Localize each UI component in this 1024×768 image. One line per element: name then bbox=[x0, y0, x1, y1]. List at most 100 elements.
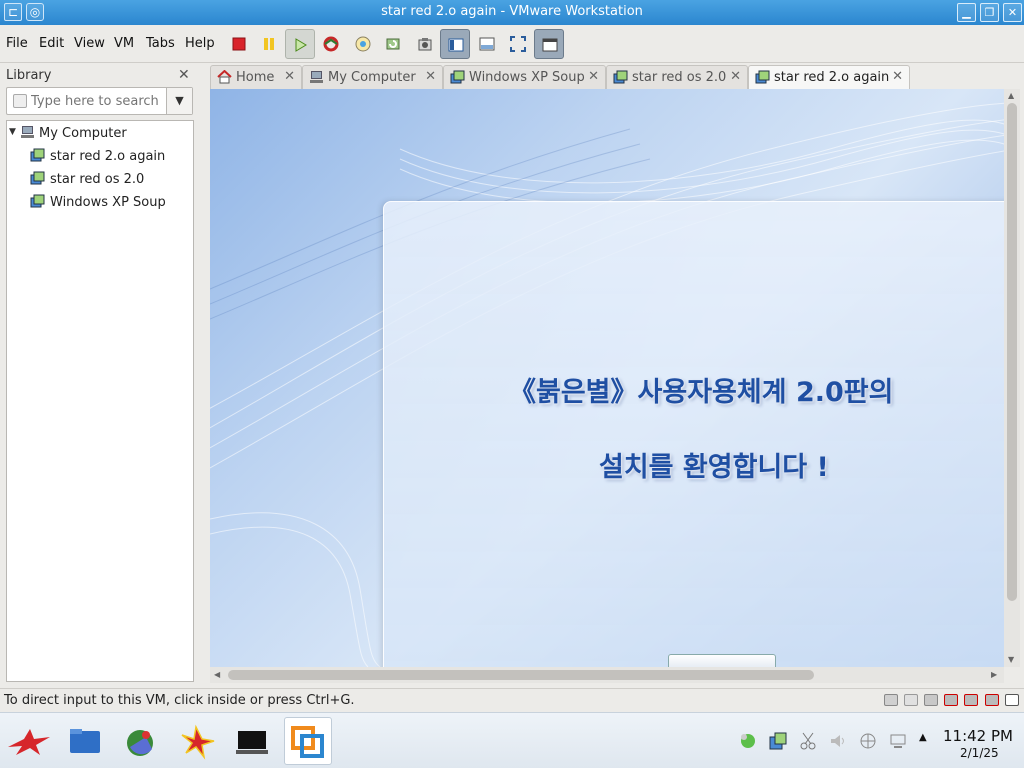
menu-tabs[interactable]: Tabs bbox=[146, 36, 175, 51]
full-screen-button[interactable] bbox=[503, 29, 533, 59]
tree-item-vm[interactable]: Windows XP Soup bbox=[7, 193, 193, 213]
show-thumbnail-bar-button[interactable] bbox=[472, 29, 502, 59]
vm-icon bbox=[450, 70, 465, 84]
tree-label: Windows XP Soup bbox=[50, 195, 166, 210]
menu-vm[interactable]: VM bbox=[114, 36, 134, 51]
scroll-up-icon[interactable]: ▲ bbox=[1008, 91, 1014, 100]
vmware-taskbar-button[interactable] bbox=[284, 717, 332, 765]
menu-file[interactable]: File bbox=[6, 36, 28, 51]
scroll-down-icon[interactable]: ▼ bbox=[1008, 655, 1014, 664]
status-message: To direct input to this VM, click inside… bbox=[4, 693, 355, 708]
tree-item-vm[interactable]: star red os 2.0 bbox=[7, 170, 193, 190]
power-on-button[interactable] bbox=[285, 29, 315, 59]
star-app-icon bbox=[181, 724, 215, 760]
vm-icon bbox=[613, 70, 628, 84]
sound-card-icon[interactable] bbox=[985, 694, 999, 706]
menu-toolbar: File Edit View VM Tabs Help bbox=[0, 25, 1024, 63]
file-manager-button[interactable] bbox=[60, 717, 108, 765]
floppy-icon[interactable] bbox=[924, 694, 938, 706]
console-view-button[interactable] bbox=[534, 29, 564, 59]
tree-label: star red 2.o again bbox=[50, 149, 166, 164]
search-dropdown-button[interactable]: ▼ bbox=[166, 88, 192, 114]
tab-label: Windows XP Soup bbox=[469, 70, 585, 85]
tab-bar: Home ✕ My Computer ✕ Windows XP Soup ✕ s… bbox=[210, 63, 1024, 89]
hard-disk-icon[interactable] bbox=[884, 694, 898, 706]
revert-snapshot-button[interactable] bbox=[378, 29, 408, 59]
reset-icon bbox=[323, 36, 339, 52]
library-icon bbox=[448, 38, 464, 52]
tab-my-computer[interactable]: My Computer ✕ bbox=[302, 65, 443, 89]
vmware-tray-icon[interactable] bbox=[768, 731, 788, 751]
tab-label: star red 2.o again bbox=[774, 70, 890, 85]
installer-panel: 《붉은별》사용자용체계 2.0판의 설치를 환영합니다 ! bbox=[383, 201, 1004, 667]
globe-tray-icon[interactable] bbox=[858, 731, 878, 751]
status-bar: To direct input to this VM, click inside… bbox=[0, 688, 1024, 712]
search-input[interactable] bbox=[31, 93, 165, 110]
scissors-icon[interactable] bbox=[798, 731, 818, 751]
suspend-button[interactable] bbox=[254, 29, 284, 59]
snapshot-manager-button[interactable] bbox=[410, 29, 440, 59]
horizontal-scrollbar[interactable]: ◀ ▶ bbox=[210, 667, 1004, 683]
vm-icon bbox=[755, 70, 770, 84]
reset-button[interactable] bbox=[316, 29, 346, 59]
stop-icon bbox=[232, 37, 246, 51]
message-log-icon[interactable] bbox=[1005, 694, 1019, 706]
home-icon bbox=[217, 70, 232, 84]
terminal-button[interactable] bbox=[228, 717, 276, 765]
scroll-right-icon[interactable]: ▶ bbox=[991, 670, 997, 679]
title-bar: ⊏ ◎ star red 2.o again - VMware Workstat… bbox=[0, 0, 1024, 25]
tab-star-red-again[interactable]: star red 2.o again ✕ bbox=[748, 65, 910, 89]
snapshot-button[interactable] bbox=[348, 29, 378, 59]
red-star-app-button[interactable] bbox=[172, 717, 220, 765]
tab-star-red-os[interactable]: star red os 2.0 ✕ bbox=[606, 65, 748, 89]
tree-label: My Computer bbox=[39, 126, 127, 141]
tab-home[interactable]: Home ✕ bbox=[210, 65, 302, 89]
tab-close-icon[interactable]: ✕ bbox=[284, 69, 295, 84]
installer-next-button[interactable] bbox=[668, 654, 776, 667]
cd-drive-icon[interactable] bbox=[904, 694, 918, 706]
welcome-line-2: 설치를 환영합니다 ! bbox=[599, 452, 829, 483]
network-status-icon[interactable] bbox=[738, 731, 758, 751]
tab-close-icon[interactable]: ✕ bbox=[892, 69, 903, 84]
tab-close-icon[interactable]: ✕ bbox=[588, 69, 599, 84]
display-icon[interactable] bbox=[888, 731, 908, 751]
tab-label: star red os 2.0 bbox=[632, 70, 727, 85]
full-screen-icon bbox=[510, 36, 526, 52]
scroll-thumb[interactable] bbox=[1007, 103, 1017, 601]
volume-icon[interactable] bbox=[828, 731, 848, 751]
library-close-icon[interactable]: ✕ bbox=[178, 67, 190, 83]
show-library-button[interactable] bbox=[440, 29, 470, 59]
scroll-left-icon[interactable]: ◀ bbox=[214, 670, 220, 679]
close-button[interactable]: ✕ bbox=[1003, 3, 1022, 22]
menu-edit[interactable]: Edit bbox=[39, 36, 64, 51]
restore-button[interactable]: ❐ bbox=[980, 3, 999, 22]
menu-view[interactable]: View bbox=[74, 36, 105, 51]
clock-date[interactable]: 2/1/25 bbox=[960, 746, 999, 760]
power-off-button[interactable] bbox=[224, 29, 254, 59]
pause-icon bbox=[264, 38, 274, 50]
tree-item-my-computer[interactable]: ▼ My Computer bbox=[7, 124, 193, 144]
tab-label: Home bbox=[236, 70, 275, 85]
globe-icon bbox=[127, 730, 153, 756]
minimize-button[interactable]: ▁ bbox=[957, 3, 976, 22]
taskbar: ▲ 11:42 PM 2/1/25 bbox=[0, 712, 1024, 768]
tray-expand-icon[interactable]: ▲ bbox=[919, 732, 927, 743]
red-star-logo-icon bbox=[8, 729, 50, 755]
vm-icon bbox=[30, 171, 45, 185]
vertical-scrollbar[interactable]: ▲ ▼ bbox=[1004, 89, 1020, 667]
expand-arrow-icon[interactable]: ▼ bbox=[9, 127, 16, 137]
network-adapter-icon[interactable] bbox=[944, 694, 958, 706]
vm-display[interactable]: 《붉은별》사용자용체계 2.0판의 설치를 환영합니다 ! bbox=[210, 89, 1004, 667]
browser-button[interactable] bbox=[116, 717, 164, 765]
scroll-thumb[interactable] bbox=[228, 670, 814, 680]
tab-close-icon[interactable]: ✕ bbox=[730, 69, 741, 84]
usb-icon[interactable] bbox=[964, 694, 978, 706]
tab-close-icon[interactable]: ✕ bbox=[425, 69, 436, 84]
clock-time[interactable]: 11:42 PM bbox=[943, 727, 1013, 745]
search-icon bbox=[13, 94, 27, 108]
tab-windows-xp-soup[interactable]: Windows XP Soup ✕ bbox=[443, 65, 606, 89]
start-menu-button[interactable] bbox=[4, 717, 52, 765]
menu-help[interactable]: Help bbox=[185, 36, 215, 51]
tree-item-vm[interactable]: star red 2.o again bbox=[7, 147, 193, 167]
computer-icon bbox=[310, 71, 323, 83]
